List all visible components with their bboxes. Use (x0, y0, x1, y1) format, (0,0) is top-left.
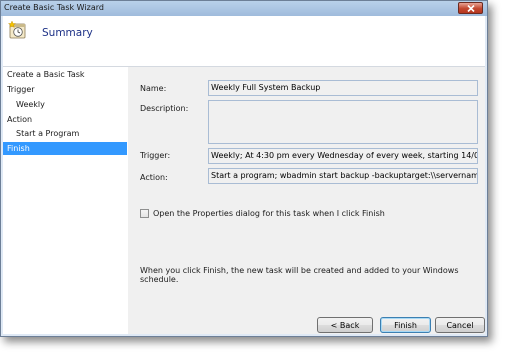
wizard-window: Create Basic Task Wizard Summary Create … (0, 0, 488, 337)
open-properties-checkbox[interactable] (140, 209, 149, 218)
name-label: Name: (140, 84, 167, 93)
close-button[interactable] (458, 2, 483, 14)
open-properties-label[interactable]: Open the Properties dialog for this task… (153, 209, 385, 218)
page-title: Summary (42, 27, 93, 39)
close-icon (467, 5, 475, 12)
nav-item-start-program[interactable]: Start a Program (3, 127, 127, 140)
task-scheduler-icon (8, 20, 26, 39)
back-button[interactable]: < Back (317, 317, 373, 333)
nav-item-create-basic-task[interactable]: Create a Basic Task (3, 68, 127, 81)
description-field[interactable] (208, 100, 478, 144)
finish-button[interactable]: Finish (380, 317, 431, 333)
description-label: Description: (140, 104, 189, 113)
trigger-field[interactable]: Weekly; At 4:30 pm every Wednesday of ev… (208, 148, 478, 164)
trigger-label: Trigger: (140, 151, 171, 160)
title-bar[interactable]: Create Basic Task Wizard (1, 1, 487, 16)
nav-item-weekly[interactable]: Weekly (3, 98, 127, 111)
nav-item-action[interactable]: Action (3, 113, 127, 126)
action-label: Action: (140, 173, 168, 182)
nav-item-finish[interactable]: Finish (3, 142, 127, 155)
nav-item-trigger[interactable]: Trigger (3, 83, 127, 96)
finish-info-text: When you click Finish, the new task will… (140, 266, 459, 284)
cancel-button[interactable]: Cancel (435, 317, 485, 333)
window-title: Create Basic Task Wizard (4, 3, 104, 12)
name-field[interactable]: Weekly Full System Backup (208, 80, 478, 96)
summary-panel: Name: Weekly Full System Backup Descript… (128, 67, 485, 334)
wizard-header: Summary (3, 16, 485, 67)
action-field[interactable]: Start a program; wbadmin start backup -b… (208, 168, 478, 184)
wizard-body: Summary Create a Basic Task Trigger Week… (3, 16, 485, 334)
wizard-steps-nav: Create a Basic Task Trigger Weekly Actio… (3, 67, 128, 334)
